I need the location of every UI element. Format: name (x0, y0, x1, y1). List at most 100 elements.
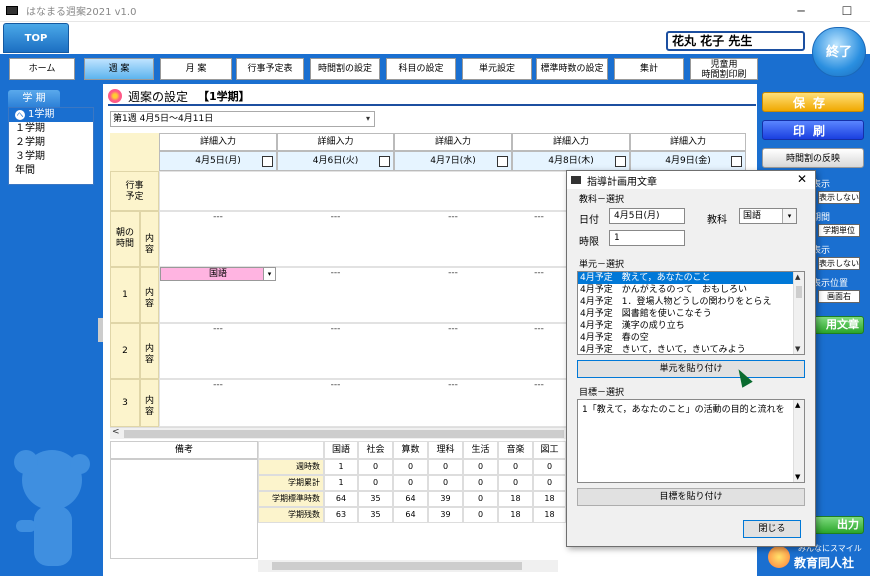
stats-cell: 18 (498, 491, 533, 507)
minimize-button[interactable]: ─ (778, 0, 824, 22)
unit-list-item[interactable]: 4月予定 図書館を使いこなそう (578, 308, 804, 320)
day-detail-header[interactable]: 詳細入力 (394, 133, 512, 151)
unit-list-scrollbar[interactable]: ▲ ▼ (793, 272, 804, 354)
paste-unit-button[interactable]: 単元を貼り付け (577, 360, 805, 378)
nav-standard-hours[interactable]: 標準時数の設定 (536, 58, 608, 80)
window-title: はなまる週案2021 v1.0 (26, 7, 137, 18)
unit-list-item[interactable]: 4月予定 漢字の成り立ち (578, 320, 804, 332)
period-1-subject-select[interactable]: 国語 ▾ (160, 267, 276, 281)
paste-goal-button[interactable]: 目標を貼り付け (577, 488, 805, 506)
top-button[interactable]: TOP (3, 23, 69, 53)
subject-label: 教科 (707, 215, 727, 226)
day-detail-header[interactable]: 詳細入力 (630, 133, 746, 151)
end-button[interactable]: 終了 (812, 27, 866, 77)
row-label-line: 朝の (115, 228, 134, 238)
stats-cell: 0 (358, 475, 393, 491)
day-detail-header[interactable]: 詳細入力 (159, 133, 277, 151)
date-label: 日付 (579, 215, 599, 226)
nav-monthly-plan[interactable]: 月 案 (160, 58, 232, 80)
title-underline (108, 104, 756, 106)
stats-row-label: 学期標準時数 (258, 491, 324, 507)
flower-icon (108, 89, 122, 103)
subject-placeholder: --- (330, 380, 341, 390)
row-label-period-2: 2 (110, 323, 140, 379)
scroll-down-icon[interactable]: ▼ (795, 345, 800, 353)
day-checkbox[interactable] (262, 156, 273, 167)
term-item-2[interactable]: ２学期 (9, 136, 93, 150)
stats-subject-header: 国語 (324, 441, 358, 459)
hide-toggle-button[interactable]: 表示しない (818, 191, 860, 204)
week-select-value: 第1週 4月5日～4月11日 (113, 114, 214, 124)
unit-list-item[interactable]: 4月予定 春の空 (578, 332, 804, 344)
stats-cell: 0 (358, 459, 393, 475)
term-item-1[interactable]: １学期 (9, 122, 93, 136)
dialog-close-button[interactable]: 閉じる (743, 520, 801, 538)
scroll-up-icon[interactable]: ▲ (795, 273, 800, 281)
period-field[interactable]: 1 (609, 230, 685, 246)
day-checkbox[interactable] (497, 156, 508, 167)
unit-list-item[interactable]: 4月予定 教えて，あなたのこと (578, 272, 804, 284)
goal-textbox[interactable]: 1「教えて，あなたのこと」の活動の目的と流れを ▲ ▼ (577, 399, 805, 483)
scroll-up-icon[interactable]: ▲ (795, 401, 800, 409)
print-button[interactable]: 印刷 (762, 120, 864, 140)
scroll-left-icon[interactable]: < (112, 427, 120, 437)
nav-summary[interactable]: 集計 (614, 58, 684, 80)
term-item-selected[interactable]: へ 1学期 (9, 108, 93, 122)
term-item-3[interactable]: ３学期 (9, 150, 93, 164)
stats-row-label: 学期残数 (258, 507, 324, 523)
scrollbar-thumb[interactable] (272, 562, 522, 570)
date-field[interactable]: 4月5日(月) (609, 208, 685, 224)
nav-event-schedule[interactable]: 行事予定表 (236, 58, 304, 80)
close-icon[interactable]: ✕ (797, 172, 807, 186)
unit-list-item[interactable]: 4月予定 かんがえるのって おもしろい (578, 284, 804, 296)
scroll-down-icon[interactable]: ▼ (795, 473, 800, 481)
reflect-timetable-button[interactable]: 時間割の反映 (762, 148, 864, 168)
display-position-button[interactable]: 画面右 (818, 290, 860, 303)
term-tab[interactable]: 学 期 (8, 90, 60, 108)
day-checkbox[interactable] (731, 156, 742, 167)
maximize-button[interactable]: ☐ (824, 0, 870, 22)
mascot-illustration (14, 450, 90, 566)
unit-listbox[interactable]: 4月予定 教えて，あなたのこと 4月予定 かんがえるのって おもしろい 4月予定… (577, 271, 805, 355)
subject-placeholder: --- (330, 268, 341, 278)
stats-subject-header: 算数 (393, 441, 428, 459)
nav-student-timetable-print[interactable]: 児童用 時間割印刷 (690, 58, 758, 80)
grid-horizontal-scrollbar[interactable]: < (110, 427, 566, 439)
save-button[interactable]: 保存 (762, 92, 864, 112)
day-detail-header[interactable]: 詳細入力 (277, 133, 394, 151)
subject-placeholder: --- (213, 380, 223, 390)
stats-horizontal-scrollbar[interactable] (258, 560, 558, 572)
goal-scrollbar[interactable]: ▲ ▼ (793, 400, 804, 482)
week-select[interactable]: 第1週 4月5日～4月11日 ▾ (110, 111, 375, 127)
remarks-header: 備考 (110, 441, 258, 459)
stats-cell: 64 (393, 491, 428, 507)
day-checkbox[interactable] (615, 156, 626, 167)
unit-list-item[interactable]: 4月予定 1．登場人物どうしの関わりをとらえ (578, 296, 804, 308)
scrollbar-thumb[interactable] (796, 286, 802, 298)
smile-logo-icon (768, 546, 790, 568)
stats-cell: 35 (358, 507, 393, 523)
nav-unit-settings[interactable]: 単元設定 (462, 58, 532, 80)
nav-weekly-plan[interactable]: 週 案 (84, 58, 154, 80)
unit-list-item[interactable]: 4月予定 きいて，きいて，きいてみよう (578, 344, 804, 354)
day-date: 4月8日(木) (548, 156, 594, 166)
nav-home[interactable]: ホーム (9, 58, 75, 80)
period-unit-button[interactable]: 学期単位 (818, 224, 860, 237)
hide-toggle-button[interactable]: 表示しない (818, 257, 860, 270)
day-detail-header[interactable]: 詳細入力 (512, 133, 630, 151)
nav-subject-settings[interactable]: 科目の設定 (386, 58, 456, 80)
output-button[interactable]: 出力 (808, 516, 864, 534)
remarks-textarea[interactable] (110, 459, 258, 559)
scrollbar-thumb[interactable] (124, 430, 564, 438)
nav-timetable-settings[interactable]: 時間割の設定 (310, 58, 380, 80)
term-list: へ 1学期 １学期 ２学期 ３学期 年間 (8, 107, 94, 185)
goal-text: 1「教えて，あなたのこと」の活動の目的と流れを (582, 405, 785, 415)
subject-placeholder: --- (213, 324, 223, 334)
guidance-text-button[interactable]: 用文章 (808, 316, 864, 334)
term-item-year[interactable]: 年間 (9, 164, 93, 178)
nav-student-label-1: 児童用 (710, 60, 738, 70)
day-checkbox[interactable] (379, 156, 390, 167)
subject-combo[interactable]: 国語 ▾ (739, 208, 797, 224)
stats-cell: 1 (324, 475, 358, 491)
subject-value: 国語 (208, 269, 227, 279)
